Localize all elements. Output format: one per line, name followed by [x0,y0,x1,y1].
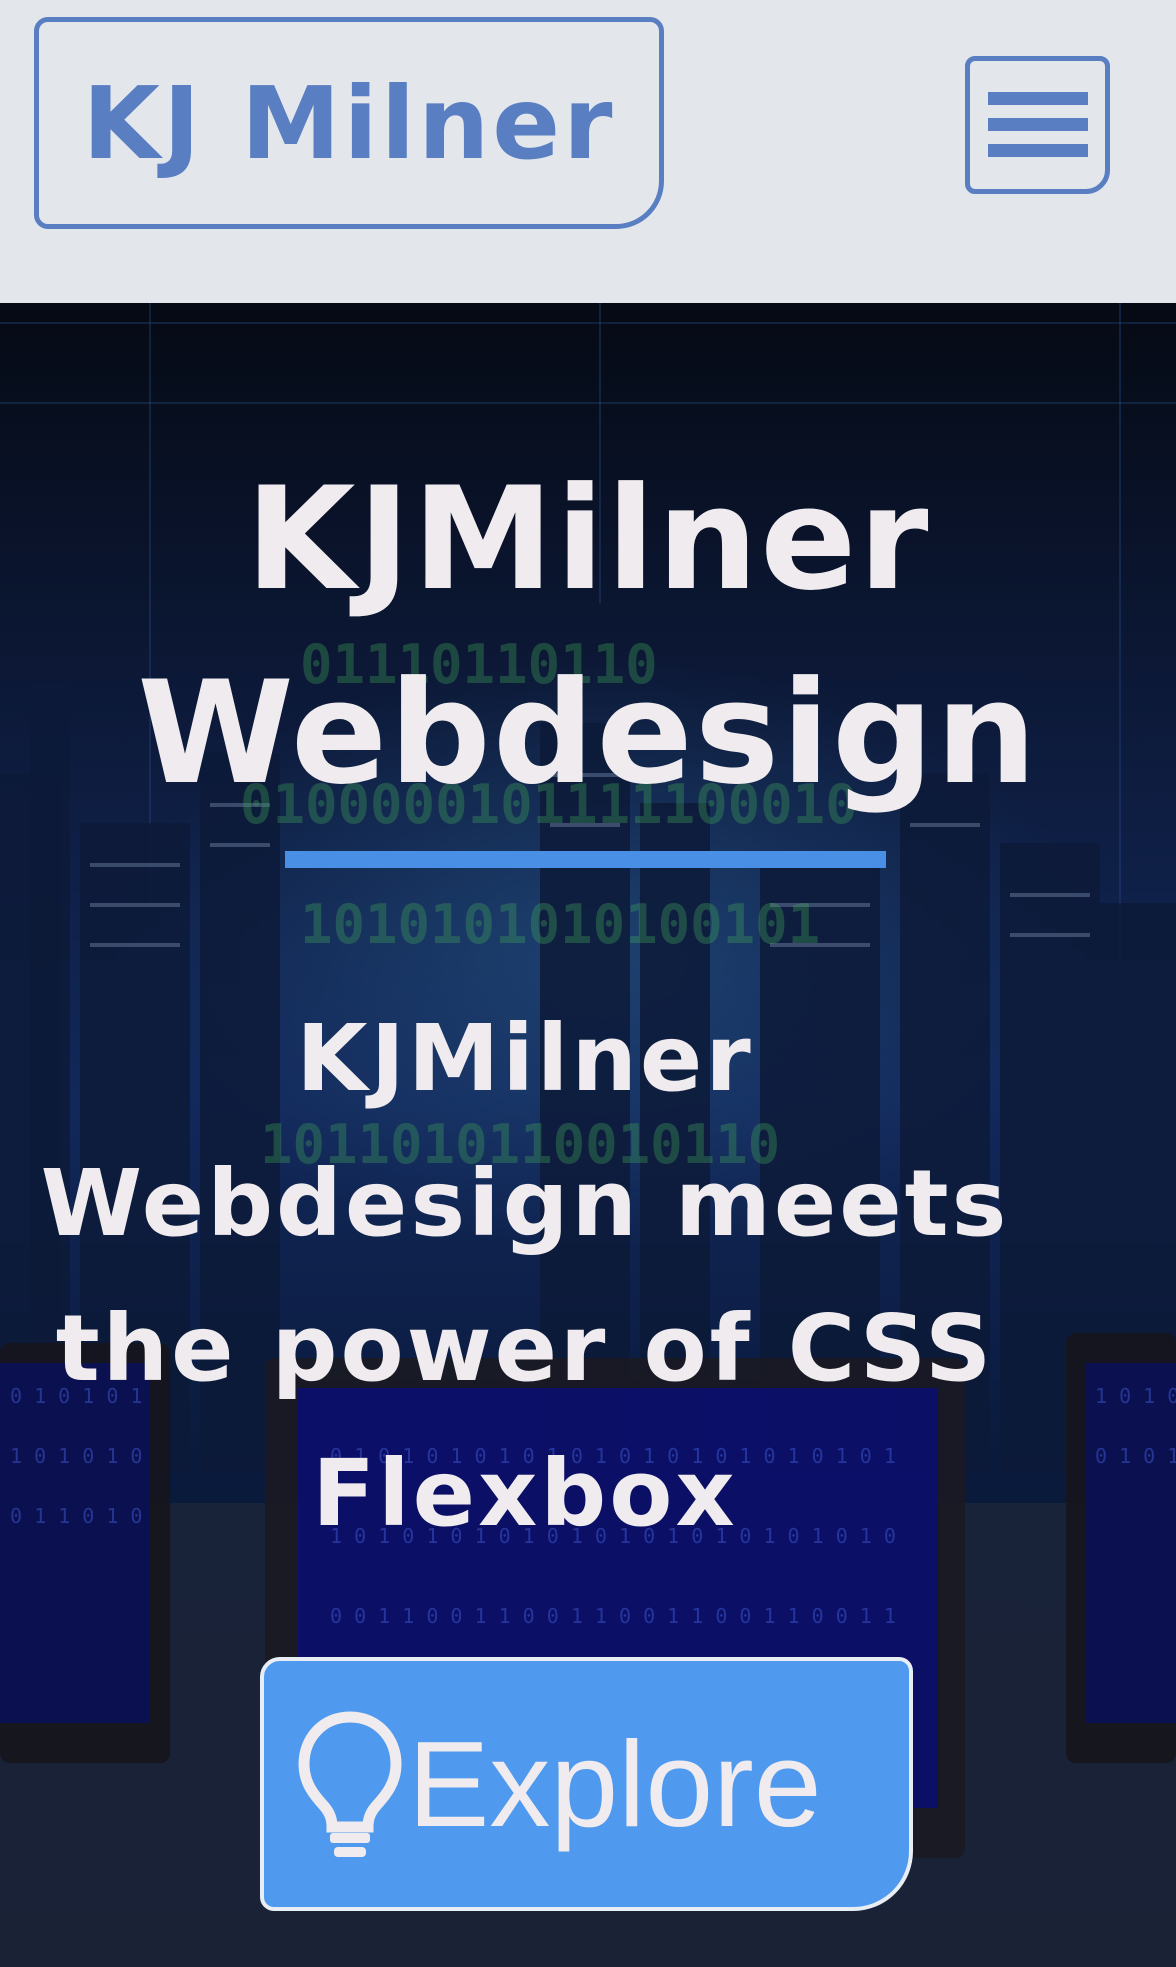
subtitle-line-2: Webdesign meets [40,1150,1010,1257]
svg-text:0 1 0 1: 0 1 0 1 [1095,1444,1176,1468]
svg-text:1010101010100101: 1010101010100101 [300,893,820,956]
hero-title-line-1: KJMilner [245,457,931,622]
subtitle-line-1: KJMilner [296,1005,754,1112]
subtitle-line-3: the power of CSS [55,1295,995,1402]
explore-button[interactable]: Explore [260,1657,913,1911]
explore-label: Explore [408,1716,822,1852]
hero-title-line-2: Webdesign [137,651,1039,816]
title-underline [285,851,886,868]
subtitle-line-4: Flexbox [312,1440,738,1547]
site-header: KJ Milner [0,0,1176,303]
brand-logo-link[interactable]: KJ Milner [34,17,664,229]
hero-title: KJMilner Webdesign [0,443,1176,831]
lightbulb-icon [298,1711,402,1857]
hero-section: 01110110110 0100000101111100010 10101010… [0,303,1176,1967]
hamburger-menu-icon [987,92,1088,158]
svg-text:1 0 1 0: 1 0 1 0 [1095,1384,1176,1408]
svg-text:0 0 1 1 0 0 1 1 0 0 1 1 0 0 1: 0 0 1 1 0 0 1 1 0 0 1 1 0 0 1 1 0 0 1 1 … [330,1604,896,1628]
menu-button[interactable] [965,56,1110,194]
hero-subtitle: KJMilner Webdesign meets the power of CS… [20,986,1030,1566]
